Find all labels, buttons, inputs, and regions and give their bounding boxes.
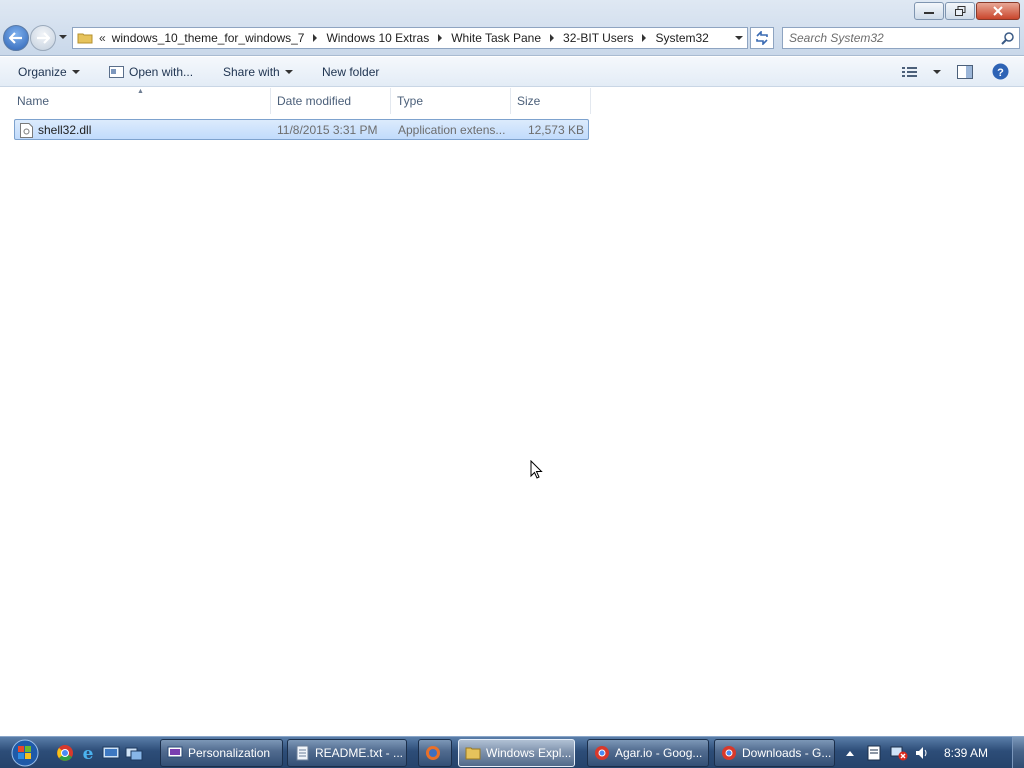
volume-icon[interactable]: [914, 745, 930, 761]
sort-ascending-icon: ▲: [137, 88, 144, 95]
action-center-icon[interactable]: [866, 745, 882, 761]
overflow-chevron[interactable]: «: [99, 31, 106, 45]
taskbar-button-agar-chrome[interactable]: Agar.io - Goog...: [587, 739, 709, 767]
back-button[interactable]: [3, 25, 29, 51]
mouse-cursor-icon: [530, 460, 543, 479]
breadcrumb-white-task-pane[interactable]: White Task Pane: [451, 31, 541, 45]
arrow-right-icon: [37, 32, 50, 44]
organize-menu[interactable]: Organize: [18, 65, 80, 79]
chrome-icon: [722, 746, 736, 760]
personalization-icon: [167, 746, 183, 758]
breadcrumb-windows-10-extras[interactable]: Windows 10 Extras: [326, 31, 429, 45]
breadcrumb-system32[interactable]: System32: [655, 31, 708, 45]
address-dropdown-icon[interactable]: [735, 36, 743, 40]
taskbar-button-downloads-chrome[interactable]: Downloads - G...: [714, 739, 835, 767]
file-row-shell32[interactable]: shell32.dll 11/8/2015 3:31 PM Applicatio…: [14, 119, 589, 140]
new-folder-label: New folder: [322, 65, 380, 79]
taskbar-button-label: Windows Expl...: [486, 746, 572, 760]
command-bar: Organize Open with... Share with New fol…: [0, 57, 1024, 87]
file-date-modified: 11/8/2015 3:31 PM: [277, 123, 378, 137]
folder-icon: [77, 33, 93, 44]
firefox-icon: [426, 746, 440, 760]
breadcrumb-windows-10-theme[interactable]: windows_10_theme_for_windows_7: [112, 31, 305, 45]
taskbar-button-label: Personalization: [188, 746, 271, 760]
open-with-label: Open with...: [129, 65, 194, 79]
breadcrumb-separator-icon[interactable]: [313, 34, 318, 42]
svg-text:e: e: [83, 744, 94, 762]
column-header-size[interactable]: Size: [511, 88, 591, 114]
open-with-icon: [109, 66, 124, 78]
restore-button[interactable]: [945, 2, 975, 20]
search-icon[interactable]: [1001, 31, 1015, 45]
help-icon[interactable]: ?: [992, 63, 1009, 80]
file-size: 12,573 KB: [527, 123, 584, 137]
breadcrumb-separator-icon[interactable]: [438, 34, 443, 42]
column-header-date-modified[interactable]: Date modified: [271, 88, 391, 114]
desktop-icon[interactable]: [102, 744, 120, 762]
ie-icon[interactable]: e: [79, 744, 97, 762]
taskbar-button-firefox[interactable]: [418, 739, 452, 767]
share-with-menu[interactable]: Share with: [223, 65, 293, 79]
chrome-icon: [595, 746, 609, 760]
taskbar-button-readme[interactable]: README.txt - ...: [287, 739, 407, 767]
chevron-down-icon: [71, 70, 80, 74]
close-icon: [993, 6, 1003, 16]
network-error-icon[interactable]: [890, 745, 908, 761]
refresh-icon: [756, 31, 768, 45]
clock[interactable]: 8:39 AM: [944, 746, 988, 760]
explorer-icon: [465, 747, 481, 760]
breadcrumb-32-bit-users[interactable]: 32-BIT Users: [563, 31, 633, 45]
chrome-icon[interactable]: [56, 744, 74, 762]
recent-pages-dropdown-icon[interactable]: [58, 34, 68, 40]
taskbar-button-personalization[interactable]: Personalization: [160, 739, 283, 767]
file-name: shell32.dll: [38, 123, 92, 137]
window-switch-icon[interactable]: [125, 744, 143, 762]
show-hidden-icons-icon[interactable]: [845, 749, 855, 757]
breadcrumb-separator-icon[interactable]: [550, 34, 555, 42]
arrow-left-icon: [9, 32, 22, 44]
start-button[interactable]: [5, 739, 45, 767]
organize-label: Organize: [18, 65, 67, 79]
dll-file-icon: [20, 123, 33, 138]
taskbar-button-windows-explorer[interactable]: Windows Expl...: [458, 739, 575, 767]
taskbar-button-label: Agar.io - Goog...: [615, 746, 703, 760]
show-desktop-button[interactable]: [1012, 737, 1024, 768]
minimize-button[interactable]: [914, 2, 944, 20]
preview-pane-icon[interactable]: [957, 65, 973, 79]
svg-text:?: ?: [997, 67, 1004, 79]
window-controls: [914, 2, 1020, 20]
view-options-dropdown-icon[interactable]: [933, 70, 941, 74]
close-button[interactable]: [976, 2, 1020, 20]
column-header-type[interactable]: Type: [391, 88, 511, 114]
open-with-button[interactable]: Open with...: [109, 65, 193, 79]
minimize-icon: [924, 12, 934, 14]
search-input[interactable]: [789, 29, 999, 47]
address-bar[interactable]: « windows_10_theme_for_windows_7 Windows…: [72, 27, 748, 49]
taskbar-button-label: README.txt - ...: [315, 746, 404, 760]
search-box: [782, 27, 1020, 49]
chevron-down-icon: [284, 70, 293, 74]
refresh-button[interactable]: [750, 27, 774, 49]
taskbar-button-label: Downloads - G...: [742, 746, 832, 760]
breadcrumb-separator-icon[interactable]: [642, 34, 647, 42]
restore-icon: [954, 6, 965, 16]
file-type: Application extens...: [398, 123, 506, 137]
notepad-icon: [296, 745, 309, 761]
share-with-label: Share with: [223, 65, 280, 79]
forward-button[interactable]: [30, 25, 56, 51]
new-folder-button[interactable]: New folder: [322, 65, 379, 79]
change-view-icon[interactable]: [902, 66, 918, 78]
